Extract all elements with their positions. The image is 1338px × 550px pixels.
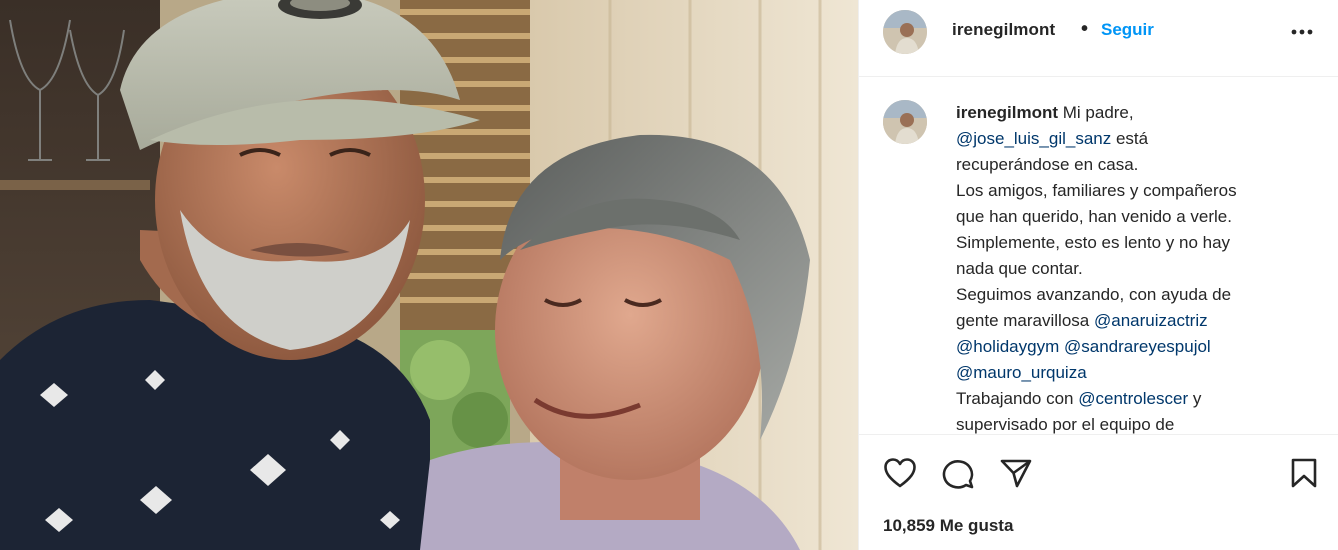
avatar-image xyxy=(883,100,927,144)
bookmark-icon xyxy=(1291,458,1317,488)
caption-line: Seguimos avanzando, con ayuda de xyxy=(956,285,1232,304)
comment-button[interactable] xyxy=(941,457,975,494)
share-button[interactable] xyxy=(999,457,1033,494)
photo-illustration xyxy=(0,0,858,550)
caption-line-text: Trabajando con xyxy=(956,389,1074,408)
caption-line-text: está xyxy=(1115,129,1149,148)
caption-line: recuperándose en casa. xyxy=(956,155,1139,174)
post-photo[interactable] xyxy=(0,0,858,550)
caption-username[interactable]: irenegilmont xyxy=(956,103,1058,122)
like-button[interactable] xyxy=(883,457,917,494)
avatar-image xyxy=(883,10,927,54)
post-header: irenegilmont • Seguir xyxy=(859,0,1338,77)
caption-line: supervisado por el equipo de xyxy=(956,415,1175,434)
caption-line: @mauro_urquiza xyxy=(956,360,1316,386)
caption-line: Simplemente, esto es lento y no hay xyxy=(956,233,1231,252)
caption-line: irenegilmont Mi padre, xyxy=(956,100,1316,126)
mention-link[interactable]: @jose_luis_gil_sanz xyxy=(956,129,1111,148)
follow-button[interactable]: Seguir xyxy=(1101,20,1154,40)
caption-line: Trabajando con @centrolescer y xyxy=(956,386,1316,412)
caption-line-text: gente maravillosa xyxy=(956,311,1090,330)
post-sidebar: irenegilmont • Seguir irenegilmont Mi pa… xyxy=(858,0,1338,550)
caption-line: gente maravillosa @anaruizactriz xyxy=(956,308,1316,334)
header-username[interactable]: irenegilmont xyxy=(952,20,1055,40)
caption-section: irenegilmont Mi padre, @jose_luis_gil_sa… xyxy=(859,78,1338,434)
mention-link[interactable]: @centrolescer xyxy=(1078,389,1188,408)
likes-count[interactable]: 10,859 Me gusta xyxy=(883,516,1013,536)
caption-line: que han querido, han venido a verle. xyxy=(956,207,1232,226)
comment-icon xyxy=(942,460,974,489)
mention-link[interactable]: @sandrareyespujol xyxy=(1064,337,1211,356)
caption-line-text: Mi padre, xyxy=(1062,103,1134,122)
caption-line: @holidaygym @sandrareyespujol xyxy=(956,334,1316,360)
caption-line: Los amigos, familiares y compañeros xyxy=(956,181,1237,200)
mention-link[interactable]: @mauro_urquiza xyxy=(956,363,1087,382)
caption-avatar[interactable] xyxy=(883,100,927,144)
share-icon xyxy=(1000,459,1032,488)
post-actions: 10,859 Me gusta xyxy=(859,434,1338,550)
mention-link[interactable]: @anaruizactriz xyxy=(1094,311,1208,330)
more-options-button[interactable] xyxy=(1287,20,1317,44)
header-separator: • xyxy=(1081,18,1089,40)
more-dots-icon xyxy=(1291,29,1313,35)
avatar[interactable] xyxy=(883,10,927,54)
mention-link[interactable]: @holidaygym xyxy=(956,337,1059,356)
caption-line-text: y xyxy=(1192,389,1202,408)
heart-icon xyxy=(884,458,916,488)
save-button[interactable] xyxy=(1289,457,1319,494)
caption-text: irenegilmont Mi padre, @jose_luis_gil_sa… xyxy=(956,100,1316,434)
caption-line: nada que contar. xyxy=(956,259,1083,278)
caption-line: @jose_luis_gil_sanz está xyxy=(956,126,1316,152)
